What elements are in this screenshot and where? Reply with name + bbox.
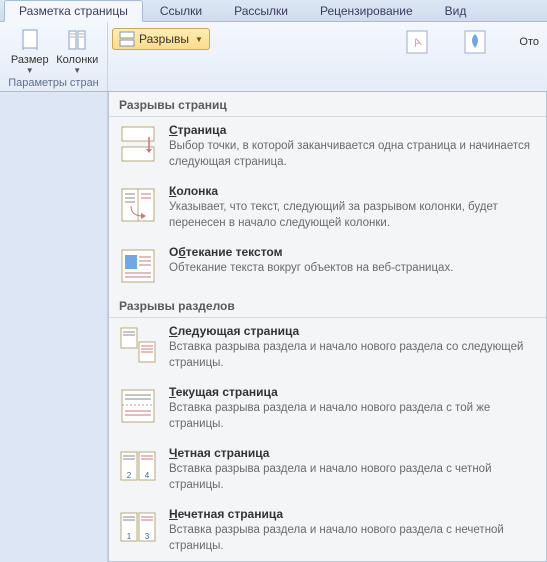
section-header-section-breaks: Разрывы разделов — [109, 293, 546, 318]
menu-title: Колонка — [169, 184, 536, 198]
chevron-down-icon: ▼ — [73, 66, 81, 75]
menu-odd-page-section[interactable]: 13 Нечетная страница Вставка разрыва раз… — [109, 501, 546, 562]
size-label: Размер — [11, 54, 49, 66]
chevron-down-icon: ▼ — [26, 66, 34, 75]
breaks-icon — [119, 31, 135, 47]
page-color-icon[interactable] — [461, 28, 489, 56]
tab-mailings[interactable]: Рассылки — [219, 0, 303, 21]
svg-text:3: 3 — [145, 532, 150, 541]
menu-column-break[interactable]: Колонка Указывает, что текст, следующий … — [109, 178, 546, 239]
svg-text:1: 1 — [127, 532, 132, 541]
ribbon-group-page-setup: Размер ▼ Колонки ▼ Параметры стран — [0, 22, 108, 91]
columns-button[interactable]: Колонки ▼ — [54, 28, 100, 75]
tab-references[interactable]: Ссылки — [145, 0, 217, 21]
menu-desc: Обтекание текста вокруг объектов на веб-… — [169, 261, 536, 277]
menu-desc: Вставка разрыва раздела и начало нового … — [169, 401, 536, 432]
breaks-label: Разрывы — [139, 32, 189, 46]
svg-text:2: 2 — [127, 471, 132, 480]
columns-label: Колонки — [56, 54, 98, 66]
tab-view[interactable]: Вид — [430, 0, 482, 21]
menu-page-break[interactable]: Страница Выбор точки, в которой заканчив… — [109, 117, 546, 178]
size-button[interactable]: Размер ▼ — [7, 28, 53, 75]
menu-desc: Вставка разрыва раздела и начало нового … — [169, 462, 536, 493]
menu-text-wrapping-break[interactable]: Обтекание текстом Обтекание текста вокру… — [109, 239, 546, 293]
breaks-dropdown: Разрывы страниц Страница Выбор точки, в … — [108, 92, 547, 562]
continuous-icon — [119, 387, 157, 425]
page-break-icon — [119, 125, 157, 163]
group-label: Параметры стран — [0, 77, 107, 91]
menu-title: Страница — [169, 123, 536, 137]
right-truncated-label: Ото — [519, 36, 539, 48]
even-page-icon: 24 — [119, 448, 157, 486]
chevron-down-icon: ▼ — [195, 35, 203, 44]
menu-title: Четная страница — [169, 446, 536, 460]
odd-page-icon: 13 — [119, 509, 157, 547]
menu-desc: Вставка разрыва раздела и начало нового … — [169, 523, 536, 554]
watermark-icon[interactable]: A — [403, 28, 431, 56]
tab-page-layout[interactable]: Разметка страницы — [4, 0, 143, 22]
menu-desc: Указывает, что текст, следующий за разры… — [169, 200, 536, 231]
menu-title: Обтекание текстом — [169, 245, 536, 259]
menu-even-page-section[interactable]: 24 Четная страница Вставка разрыва разде… — [109, 440, 546, 501]
menu-continuous-section[interactable]: Текущая страница Вставка разрыва раздела… — [109, 379, 546, 440]
menu-desc: Выбор точки, в которой заканчивается одн… — [169, 139, 536, 170]
svg-text:4: 4 — [145, 471, 150, 480]
menu-title: Следующая страница — [169, 324, 536, 338]
ribbon-tabs: Разметка страницы Ссылки Рассылки Реценз… — [0, 0, 547, 22]
menu-title: Текущая страница — [169, 385, 536, 399]
column-break-icon — [119, 186, 157, 224]
next-page-icon — [119, 326, 157, 364]
section-header-page-breaks: Разрывы страниц — [109, 92, 546, 117]
document-background — [0, 92, 108, 562]
columns-icon — [65, 28, 89, 52]
ribbon: Размер ▼ Колонки ▼ Параметры стран Разры… — [0, 22, 547, 92]
menu-title: Нечетная страница — [169, 507, 536, 521]
text-wrap-break-icon — [119, 247, 157, 285]
size-icon — [18, 28, 42, 52]
menu-next-page-section[interactable]: Следующая страница Вставка разрыва разде… — [109, 318, 546, 379]
menu-desc: Вставка разрыва раздела и начало нового … — [169, 340, 536, 371]
tab-review[interactable]: Рецензирование — [305, 0, 428, 21]
breaks-button[interactable]: Разрывы ▼ — [112, 28, 210, 50]
